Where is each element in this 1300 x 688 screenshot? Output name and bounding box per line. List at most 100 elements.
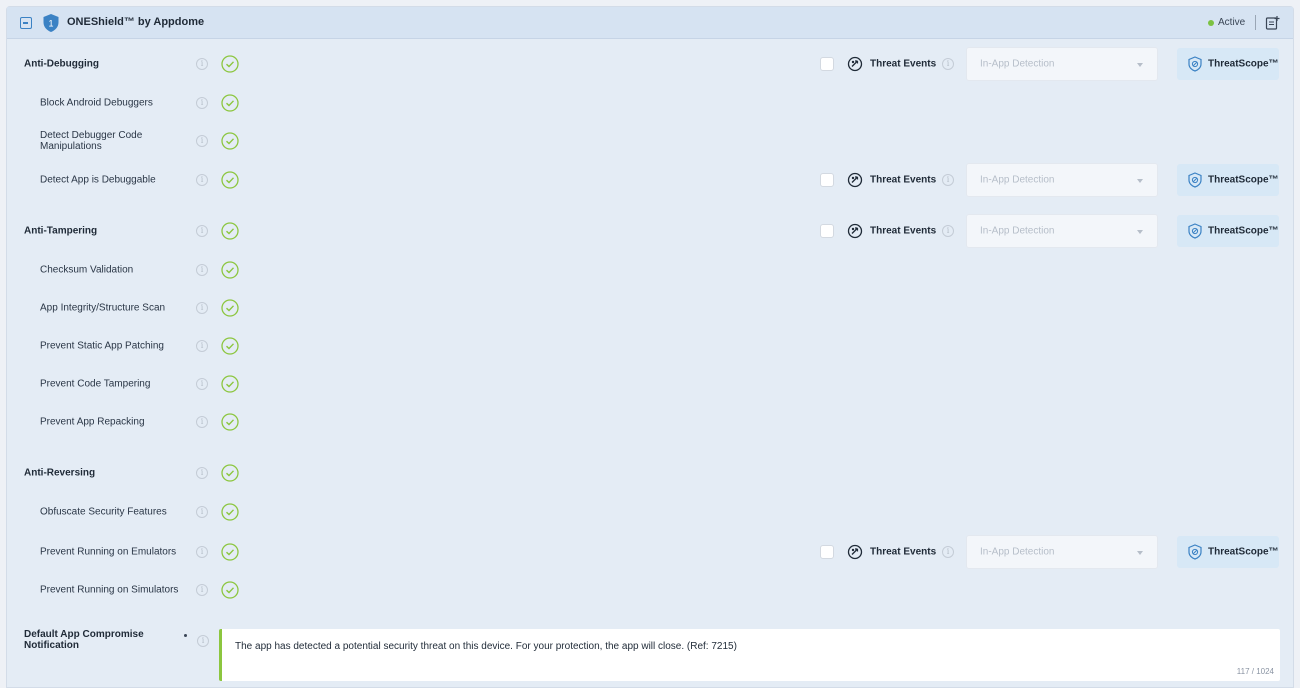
- check-circle-icon[interactable]: [221, 375, 239, 393]
- feature-label: Prevent Code Tampering: [40, 378, 151, 390]
- threatscope-icon: [1187, 544, 1203, 560]
- check-circle-icon[interactable]: [221, 171, 239, 189]
- feature-label: Anti-Debugging: [24, 58, 99, 70]
- threatscope-button[interactable]: ThreatScope™: [1177, 536, 1279, 568]
- shield-icon: 1: [43, 14, 59, 32]
- threat-events-label: Threat Events: [870, 174, 937, 186]
- threatscope-icon: [1187, 223, 1203, 239]
- info-icon[interactable]: i: [196, 546, 208, 558]
- check-circle-icon[interactable]: [221, 413, 239, 431]
- info-icon[interactable]: i: [196, 174, 208, 186]
- select-value: In-App Detection: [980, 546, 1055, 558]
- info-icon[interactable]: i: [196, 416, 208, 428]
- status-dot: [1208, 20, 1214, 26]
- character-count: 117 / 1024: [1236, 667, 1274, 676]
- feature-label: Anti-Reversing: [24, 467, 96, 479]
- info-icon[interactable]: i: [196, 225, 208, 237]
- info-icon[interactable]: i: [196, 135, 208, 147]
- info-icon[interactable]: i: [196, 506, 208, 518]
- threat-events-icon: [847, 544, 863, 560]
- check-circle-icon[interactable]: [221, 299, 239, 317]
- threatscope-icon: [1187, 56, 1203, 72]
- check-circle-icon[interactable]: [221, 581, 239, 599]
- info-icon[interactable]: i: [942, 225, 954, 237]
- check-circle-icon[interactable]: [221, 503, 239, 521]
- chevron-down-icon: [1137, 230, 1143, 234]
- feature-label: Detect Debugger Code Manipulations: [40, 130, 143, 152]
- threat-events-checkbox[interactable]: [820, 224, 834, 238]
- threat-events-icon: [847, 56, 863, 72]
- feature-row-app-integrity-structure-scan: App Integrity/Structure Scan i: [7, 293, 1293, 323]
- check-circle-icon[interactable]: [221, 222, 239, 240]
- required-marker: [184, 634, 187, 637]
- info-icon[interactable]: i: [942, 58, 954, 70]
- chevron-down-icon: [1137, 179, 1143, 183]
- threat-events-icon: [847, 223, 863, 239]
- detection-mode-select[interactable]: In-App Detection: [966, 535, 1158, 569]
- panel-title: ONEShield™ by Appdome: [67, 16, 205, 28]
- check-circle-icon[interactable]: [221, 543, 239, 561]
- info-icon[interactable]: i: [196, 97, 208, 109]
- notification-text: The app has detected a potential securit…: [235, 641, 737, 652]
- check-circle-icon[interactable]: [221, 55, 239, 73]
- info-icon[interactable]: i: [196, 264, 208, 276]
- feature-row-prevent-static-app-patching: Prevent Static App Patching i: [7, 331, 1293, 361]
- chevron-down-icon: [1137, 63, 1143, 67]
- threat-events-icon: [847, 172, 863, 188]
- info-icon[interactable]: i: [196, 467, 208, 479]
- notification-label: Default App Compromise Notification: [24, 629, 144, 651]
- feature-label: Block Android Debuggers: [40, 97, 153, 109]
- notification-textarea[interactable]: The app has detected a potential securit…: [219, 629, 1280, 681]
- collapse-icon[interactable]: [20, 17, 32, 29]
- threatscope-button[interactable]: ThreatScope™: [1177, 48, 1279, 80]
- feature-label: Prevent Running on Emulators: [40, 546, 177, 558]
- info-icon[interactable]: i: [196, 58, 208, 70]
- select-value: In-App Detection: [980, 58, 1055, 70]
- detection-mode-select[interactable]: In-App Detection: [966, 47, 1158, 81]
- threatscope-button[interactable]: ThreatScope™: [1177, 164, 1279, 196]
- detection-mode-select[interactable]: In-App Detection: [966, 214, 1158, 248]
- step-badge: 1: [48, 19, 53, 29]
- threat-events-checkbox[interactable]: [820, 57, 834, 71]
- feature-label: Prevent Running on Simulators: [40, 584, 179, 596]
- threatscope-label: ThreatScope™: [1208, 58, 1279, 70]
- threatscope-label: ThreatScope™: [1208, 174, 1279, 186]
- feature-label: Detect App is Debuggable: [40, 174, 156, 186]
- feature-row-detect-debugger-code-manipulations: Detect Debugger Code Manipulations i: [7, 126, 1293, 156]
- feature-label: App Integrity/Structure Scan: [40, 302, 166, 314]
- header-divider: [1255, 15, 1256, 30]
- feature-row-prevent-running-on-simulators: Prevent Running on Simulators i: [7, 575, 1293, 605]
- info-icon[interactable]: i: [942, 174, 954, 186]
- export-icon[interactable]: [1265, 15, 1281, 31]
- check-circle-icon[interactable]: [221, 132, 239, 150]
- feature-row-anti-reversing: Anti-Reversing i: [7, 458, 1293, 488]
- feature-row-checksum-validation: Checksum Validation i: [7, 255, 1293, 285]
- check-circle-icon[interactable]: [221, 261, 239, 279]
- info-icon[interactable]: i: [196, 584, 208, 596]
- info-icon[interactable]: i: [197, 635, 209, 647]
- threatscope-icon: [1187, 172, 1203, 188]
- threat-events-checkbox[interactable]: [820, 545, 834, 559]
- threatscope-button[interactable]: ThreatScope™: [1177, 215, 1279, 247]
- feature-row-prevent-code-tampering: Prevent Code Tampering i: [7, 369, 1293, 399]
- select-value: In-App Detection: [980, 174, 1055, 186]
- feature-label: Obfuscate Security Features: [40, 506, 167, 518]
- status-text: Active: [1218, 17, 1246, 28]
- info-icon[interactable]: i: [196, 340, 208, 352]
- check-circle-icon[interactable]: [221, 337, 239, 355]
- threat-events-checkbox[interactable]: [820, 173, 834, 187]
- info-icon[interactable]: i: [942, 546, 954, 558]
- feature-row-prevent-running-on-emulators: Prevent Running on Emulators i Threat Even…: [7, 535, 1293, 569]
- threatscope-label: ThreatScope™: [1208, 546, 1279, 558]
- check-circle-icon[interactable]: [221, 464, 239, 482]
- info-icon[interactable]: i: [196, 302, 208, 314]
- check-circle-icon[interactable]: [221, 94, 239, 112]
- feature-row-anti-debugging: Anti-Debugging i Threat Events i In-App Dete…: [7, 47, 1293, 81]
- detection-mode-select[interactable]: In-App Detection: [966, 163, 1158, 197]
- feature-label: Prevent App Repacking: [40, 416, 145, 428]
- feature-label: Checksum Validation: [40, 264, 134, 276]
- select-value: In-App Detection: [980, 225, 1055, 237]
- feature-row-block-android-debuggers: Block Android Debuggers i: [7, 88, 1293, 118]
- info-icon[interactable]: i: [196, 378, 208, 390]
- threatscope-label: ThreatScope™: [1208, 225, 1279, 237]
